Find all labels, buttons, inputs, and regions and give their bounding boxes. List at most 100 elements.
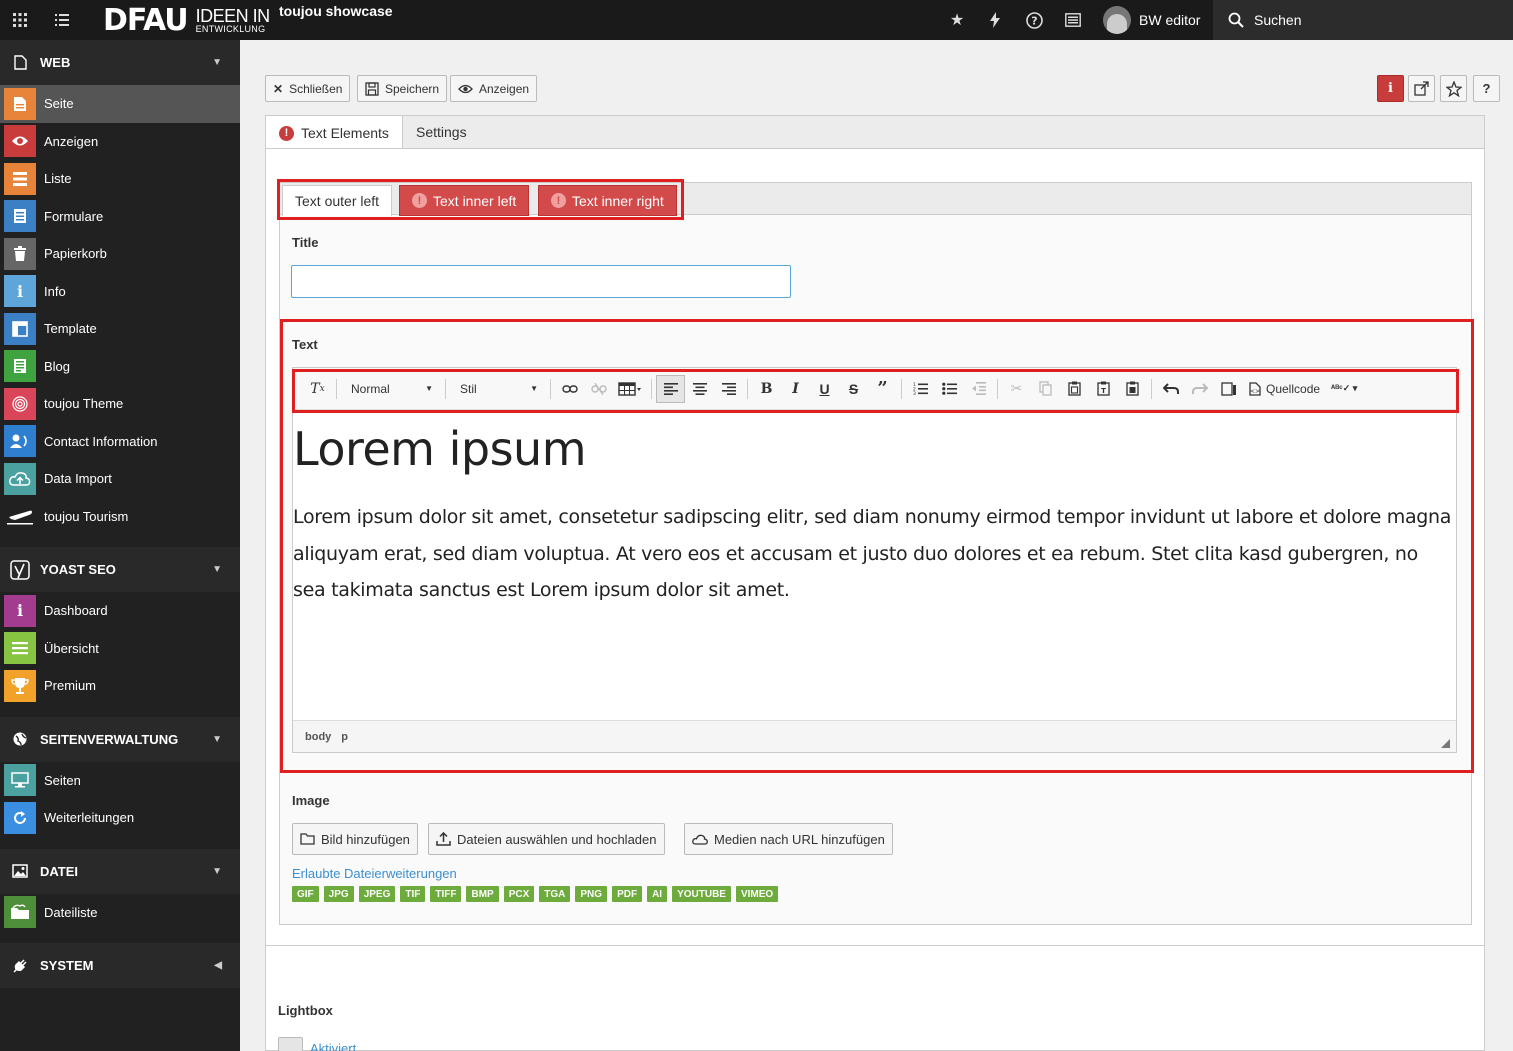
sidebar-item-dashboard[interactable]: i Dashboard <box>0 592 240 630</box>
upload-icon <box>436 832 451 846</box>
tab-panel: Text outer left ! Text inner left ! Text… <box>265 148 1485 1051</box>
sidebar-item-data-import[interactable]: Data Import <box>0 460 240 498</box>
section-system[interactable]: SYSTEM ◀ <box>0 943 240 988</box>
blog-icon <box>4 350 36 383</box>
logo-line1: IDEEN IN <box>195 5 271 26</box>
add-image-button[interactable]: Bild hinzufügen <box>292 823 418 855</box>
help-icon[interactable]: ? <box>1473 75 1500 102</box>
sidebar-item-toujou-theme[interactable]: toujou Theme <box>0 385 240 423</box>
sidebar-item-formulare[interactable]: Formulare <box>0 198 240 236</box>
yoast-icon <box>0 559 40 580</box>
module-menu: WEB ▼ Seite Anzeigen Liste Formulare Pap… <box>0 40 240 1051</box>
sidebar-item-blog[interactable]: Blog <box>0 348 240 386</box>
ext-badge: PNG <box>575 886 608 902</box>
ext-badge: YOUTUBE <box>672 886 731 902</box>
sidebar-item-uebersicht[interactable]: Übersicht <box>0 630 240 668</box>
contacts-icon <box>4 425 36 458</box>
monitor-icon <box>4 764 36 797</box>
folder-icon <box>300 833 315 845</box>
sidebar-item-seite[interactable]: Seite <box>0 85 240 123</box>
template-icon <box>4 312 36 345</box>
lightbox-label: Lightbox <box>278 1003 333 1018</box>
chevron-down-icon: ▼ <box>212 733 222 745</box>
user-menu[interactable]: BW editor <box>1099 0 1213 40</box>
sidebar-item-dateiliste[interactable]: Dateiliste <box>0 894 240 932</box>
plane-icon <box>4 500 36 533</box>
sidebar-item-papierkorb[interactable]: Papierkorb <box>0 235 240 273</box>
sidebar-item-contact-information[interactable]: Contact Information <box>0 423 240 461</box>
apps-icon[interactable] <box>0 0 40 40</box>
lightbox-checkbox[interactable] <box>278 1037 303 1051</box>
close-button[interactable]: ✕ Schließen <box>265 75 351 102</box>
section-seitenverwaltung[interactable]: SEITENVERWALTUNG ▼ <box>0 716 240 762</box>
ext-badge: TIF <box>400 886 426 902</box>
lightbox-checkbox-label[interactable]: Aktiviert <box>310 1041 356 1051</box>
sidebar-item-premium[interactable]: Premium <box>0 667 240 705</box>
overview-icon <box>4 632 36 665</box>
upload-files-button[interactable]: Dateien auswählen und hochladen <box>428 823 665 855</box>
logo-line2: ENTWICKLUNG <box>195 23 266 34</box>
allowed-extensions-link[interactable]: Erlaubte Dateierweiterungen <box>292 866 457 881</box>
inline-record: Text outer left ! Text inner left ! Text… <box>277 179 1474 925</box>
redirect-icon <box>4 801 36 834</box>
sidebar-item-template[interactable]: Template <box>0 310 240 348</box>
ext-badge: GIF <box>292 886 319 902</box>
sidebar-item-seiten[interactable]: Seiten <box>0 762 240 800</box>
info-icon: i <box>4 594 36 627</box>
section-web[interactable]: WEB ▼ <box>0 40 240 85</box>
fingerprint-icon <box>4 387 36 420</box>
sidebar-item-anzeigen[interactable]: Anzeigen <box>0 123 240 161</box>
search-icon <box>1228 12 1244 28</box>
ext-badge: JPEG <box>358 886 396 902</box>
star-icon[interactable]: ★ <box>938 0 976 40</box>
bolt-icon[interactable] <box>976 0 1014 40</box>
trash-icon <box>4 237 36 270</box>
logo[interactable]: DFAU IDEEN IN ENTWICKLUNG <box>103 2 270 38</box>
title-input[interactable] <box>291 265 791 298</box>
logo-main: DFAU <box>103 2 189 38</box>
eye-icon <box>4 125 36 158</box>
section-yoast-seo[interactable]: YOAST SEO ▼ <box>0 547 240 592</box>
highlight-toolbar <box>292 369 1459 413</box>
list-icon[interactable] <box>42 0 82 40</box>
ext-badge: PDF <box>612 886 643 902</box>
chevron-down-icon: ▼ <box>212 57 222 68</box>
chevron-left-icon: ◀ <box>214 960 222 971</box>
user-name: BW editor <box>1139 12 1201 28</box>
news-icon[interactable] <box>1054 0 1092 40</box>
cloud-icon <box>692 834 708 845</box>
open-new-window-icon[interactable] <box>1408 75 1435 102</box>
view-button[interactable]: Anzeigen <box>450 75 538 102</box>
search-button[interactable]: Suchen <box>1213 0 1513 40</box>
sidebar-item-info[interactable]: i Info <box>0 273 240 311</box>
avatar <box>1103 6 1131 34</box>
plug-icon <box>0 958 40 974</box>
ext-badge: PCX <box>503 886 535 902</box>
add-media-url-button[interactable]: Medien nach URL hinzufügen <box>684 823 893 855</box>
top-bar: DFAU IDEEN IN ENTWICKLUNG toujou showcas… <box>0 0 1513 40</box>
ext-badge: AI <box>647 886 668 902</box>
site-name: toujou showcase <box>279 3 393 19</box>
page-icon <box>0 55 40 70</box>
image-label: Image <box>292 793 330 808</box>
form-icon <box>4 200 36 233</box>
tab-text-elements[interactable]: ! Text Elements <box>265 115 403 150</box>
ext-badge: JPG <box>323 886 354 902</box>
close-icon: ✕ <box>273 81 284 96</box>
info-icon[interactable]: i <box>1377 75 1404 102</box>
sidebar-item-toujou-tourism[interactable]: toujou Tourism <box>0 498 240 536</box>
help-icon[interactable]: ? <box>1015 0 1053 40</box>
sidebar-item-liste[interactable]: Liste <box>0 160 240 198</box>
info-icon: i <box>4 275 36 308</box>
extension-badges: GIF JPG JPEG TIF TIFF BMP PCX TGA PNG PD… <box>292 886 779 902</box>
tab-settings[interactable]: Settings <box>403 115 1485 149</box>
bookmark-star-icon[interactable] <box>1440 75 1467 102</box>
ext-badge: TGA <box>539 886 571 902</box>
chevron-down-icon: ▼ <box>212 564 222 575</box>
highlight-subtabs <box>277 179 684 220</box>
svg-text:?: ? <box>1031 14 1037 27</box>
save-button[interactable]: Speichern <box>357 75 448 102</box>
sidebar-item-weiterleitungen[interactable]: Weiterleitungen <box>0 799 240 837</box>
section-datei[interactable]: DATEI ▼ <box>0 848 240 894</box>
save-icon <box>365 81 379 96</box>
